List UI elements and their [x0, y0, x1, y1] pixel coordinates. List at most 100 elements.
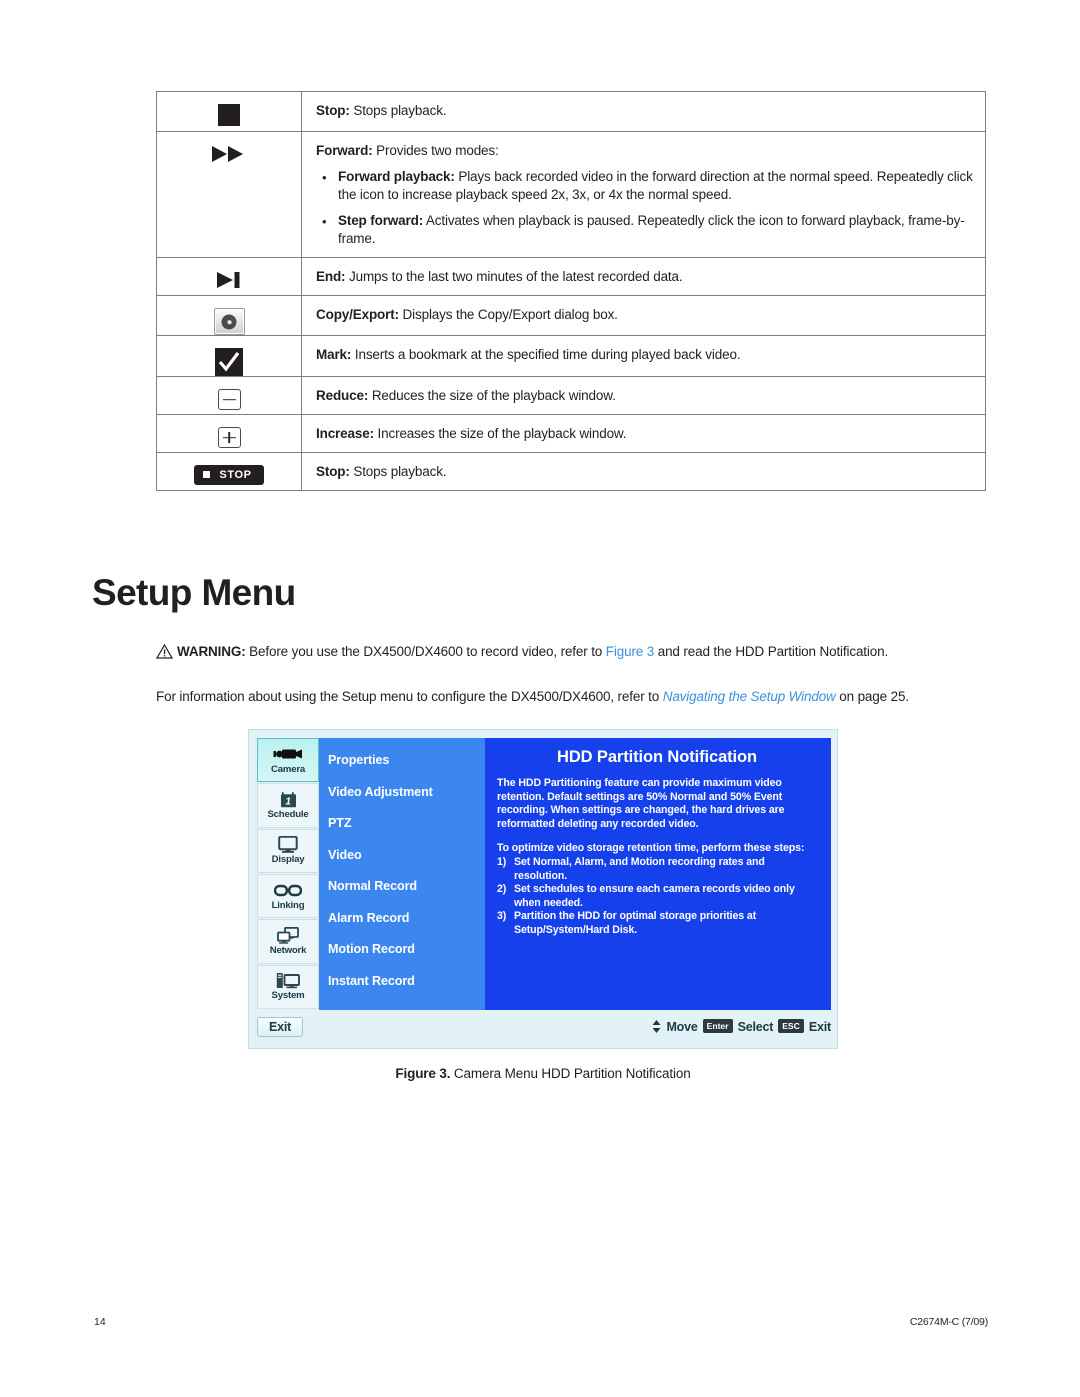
- monitor-icon: [278, 836, 298, 854]
- table-row: Increase: Increases the size of the play…: [156, 414, 986, 453]
- description-cell: Stop: Stops playback.: [301, 452, 986, 491]
- select-hint-label: Select: [737, 1020, 774, 1034]
- menu-item-instant-record[interactable]: Instant Record: [328, 966, 485, 998]
- panel-steps: 1) Set Normal, Alarm, and Motion recordi…: [497, 856, 817, 938]
- playback-controls-table: Stop: Stops playback. Forward: Provides …: [156, 91, 986, 491]
- term-label: Stop:: [316, 464, 350, 479]
- sidebar-label: Network: [269, 944, 307, 956]
- esc-key-icon: ESC: [778, 1019, 804, 1033]
- stop-square-icon: [218, 104, 240, 126]
- sidebar-item-network[interactable]: Network: [257, 919, 319, 964]
- tower-monitor-icon: [276, 972, 300, 989]
- table-row: Mark: Inserts a bookmark at the specifie…: [156, 335, 986, 377]
- sidebar-item-camera[interactable]: Camera: [257, 738, 319, 783]
- menu-item-motion-record[interactable]: Motion Record: [328, 934, 485, 966]
- description-cell: Copy/Export: Displays the Copy/Export di…: [301, 295, 986, 336]
- figure-3-link[interactable]: Figure 3: [606, 644, 654, 659]
- sidebar-item-linking[interactable]: Linking: [257, 873, 319, 919]
- term-label: Reduce:: [316, 388, 369, 403]
- term-label: Mark:: [316, 347, 352, 362]
- icon-cell: STOP: [156, 452, 302, 491]
- table-row: End: Jumps to the last two minutes of th…: [156, 257, 986, 296]
- menu-item-normal-record[interactable]: Normal Record: [328, 871, 485, 903]
- exit-hint-label: Exit: [808, 1020, 831, 1034]
- term-label: End:: [316, 269, 346, 284]
- icon-cell: [156, 295, 302, 336]
- mark-checkmark-icon: [215, 348, 243, 376]
- up-down-arrow-icon: [652, 1019, 661, 1033]
- figure-caption: Figure 3. Camera Menu HDD Partition Noti…: [248, 1066, 838, 1081]
- dvr-setup-menu-figure: Camera 1 Schedule Display Linking Networ…: [248, 729, 838, 1049]
- term-text: Stops playback.: [349, 464, 447, 479]
- document-code: C2674M-C (7/09): [909, 1316, 988, 1328]
- description-cell: Forward: Provides two modes: • Forward p…: [301, 131, 986, 258]
- svg-text:1: 1: [285, 796, 291, 808]
- info-text-before: For information about using the Setup me…: [156, 689, 663, 704]
- sidebar-label: Schedule: [267, 808, 309, 820]
- exit-button[interactable]: Exit: [257, 1017, 304, 1037]
- bullet-dot: •: [322, 214, 327, 229]
- menu-item-video[interactable]: Video: [328, 840, 485, 872]
- term-text: Displays the Copy/Export dialog box.: [398, 307, 618, 322]
- panel-paragraph-1: The HDD Partitioning feature can provide…: [497, 777, 785, 830]
- panel-step: 3) Partition the HDD for optimal storage…: [497, 910, 817, 937]
- step-number: 1): [497, 855, 507, 868]
- panel-title: HDD Partition Notification: [557, 748, 757, 766]
- term-text: Provides two modes:: [372, 143, 499, 158]
- figure-key-hints: Move Enter Select ESC Exit: [652, 1019, 831, 1034]
- icon-cell: [156, 376, 302, 415]
- icon-cell: [156, 257, 302, 296]
- skip-to-end-icon: [214, 270, 244, 290]
- navigating-setup-window-link[interactable]: Navigating the Setup Window: [663, 689, 836, 704]
- menu-item-video-adjustment[interactable]: Video Adjustment: [328, 777, 485, 809]
- menu-item-properties[interactable]: Properties: [328, 745, 485, 777]
- figure-body: Camera 1 Schedule Display Linking Networ…: [257, 738, 831, 1010]
- term-text: Stops playback.: [349, 103, 447, 118]
- plus-button-icon: [217, 427, 241, 448]
- table-row: Reduce: Reduces the size of the playback…: [156, 376, 986, 415]
- figure-caption-text: Camera Menu HDD Partition Notification: [450, 1066, 691, 1081]
- term-label: Copy/Export:: [316, 307, 399, 322]
- info-paragraph: For information about using the Setup me…: [156, 688, 996, 706]
- bullet-text: Activates when playback is paused. Repea…: [338, 213, 965, 246]
- bullet-term: Step forward:: [338, 213, 424, 228]
- menu-item-ptz[interactable]: PTZ: [328, 808, 485, 840]
- hdd-partition-notification-panel: HDD Partition Notification The HDD Parti…: [485, 738, 831, 1010]
- panel-step: 2) Set schedules to ensure each camera r…: [497, 883, 817, 910]
- sidebar-label: Camera: [271, 763, 305, 775]
- table-row: Copy/Export: Displays the Copy/Export di…: [156, 295, 986, 336]
- table-row: STOP Stop: Stops playback.: [156, 452, 986, 491]
- term-text: Reduces the size of the playback window.: [368, 388, 616, 403]
- figure-menu-list: Properties Video Adjustment PTZ Video No…: [319, 738, 485, 1010]
- description-cell: Reduce: Reduces the size of the playback…: [301, 376, 986, 415]
- term-label: Stop:: [316, 103, 350, 118]
- step-text: Set schedules to ensure each camera reco…: [514, 883, 795, 909]
- bullet-item: • Forward playback: Plays back recorded …: [316, 168, 973, 203]
- term-text: Jumps to the last two minutes of the lat…: [345, 269, 683, 284]
- sidebar-item-display[interactable]: Display: [257, 828, 319, 873]
- warning-text-before: Before you use the DX4500/DX4600 to reco…: [245, 644, 606, 659]
- stop-button-icon: STOP: [194, 465, 264, 485]
- enter-key-icon: Enter: [702, 1019, 733, 1033]
- table-row: Stop: Stops playback.: [156, 91, 986, 132]
- icon-cell: [156, 91, 302, 132]
- sidebar-label: Linking: [271, 899, 305, 911]
- warning-label: WARNING:: [177, 644, 246, 659]
- sidebar-label: Display: [271, 854, 305, 866]
- term-label: Forward:: [316, 143, 373, 158]
- warning-note: WARNING: Before you use the DX4500/DX460…: [155, 643, 986, 664]
- term-text: Inserts a bookmark at the specified time…: [351, 347, 741, 362]
- chain-link-icon: [274, 882, 302, 899]
- menu-item-alarm-record[interactable]: Alarm Record: [328, 903, 485, 935]
- warning-triangle-icon: [155, 643, 174, 664]
- description-cell: Stop: Stops playback.: [301, 91, 986, 132]
- minus-button-icon: [217, 389, 241, 410]
- sidebar-item-schedule[interactable]: 1 Schedule: [257, 783, 319, 828]
- icon-cell: [156, 131, 302, 258]
- sidebar-item-system[interactable]: System: [257, 964, 319, 1009]
- copy-export-disc-icon: [213, 308, 245, 335]
- description-cell: Mark: Inserts a bookmark at the specifie…: [301, 335, 986, 377]
- bullet-term: Forward playback:: [338, 169, 455, 184]
- sidebar-label: System: [271, 990, 305, 1002]
- page-number: 14: [94, 1316, 106, 1328]
